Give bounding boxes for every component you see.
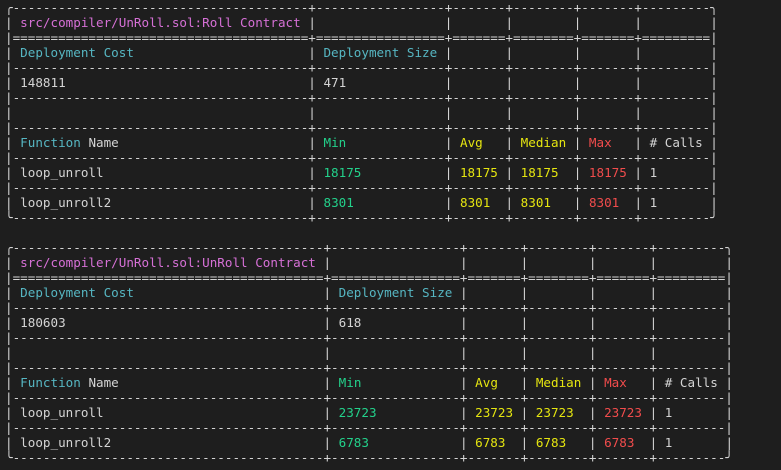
gas-median: 6783 — [535, 435, 567, 450]
gas-min: 23723 — [338, 405, 377, 420]
column-header-median: Median — [520, 135, 567, 150]
column-header-max: Max — [588, 135, 612, 150]
gas-avg: 23723 — [475, 405, 514, 420]
column-header-name: Name — [88, 375, 119, 390]
column-header-function: Function — [20, 375, 81, 390]
function-name: loop_unroll2 — [20, 435, 112, 450]
deployment-value-row: | 148811 | 471 | | | | | — [5, 75, 718, 90]
row-separator: |---------------------------------------… — [5, 120, 718, 135]
gas-max: 8301 — [588, 195, 620, 210]
function-row: | loop_unroll | 18175 | 18175 | 18175 | … — [5, 165, 718, 180]
gas-avg: 18175 — [459, 165, 498, 180]
row-separator: |---------------------------------------… — [5, 390, 733, 405]
deployment-size-label: Deployment Size — [338, 285, 453, 300]
empty-row: | | | | | | | — [5, 345, 733, 360]
column-header-avg: Avg — [475, 375, 498, 390]
gas-median: 8301 — [520, 195, 552, 210]
contract-name: src/compiler/UnRoll.sol:Roll Contract — [20, 15, 301, 30]
deployment-cost-value: 180603 — [20, 315, 66, 330]
gas-min: 6783 — [338, 435, 369, 450]
gas-min: 18175 — [323, 165, 362, 180]
row-separator: |---------------------------------------… — [5, 180, 718, 195]
gas-max: 23723 — [604, 405, 642, 420]
gas-avg: 8301 — [459, 195, 491, 210]
function-name: loop_unroll — [20, 165, 104, 180]
row-separator: |---------------------------------------… — [5, 330, 733, 345]
table-top-border: ╭---------------------------------------… — [5, 0, 718, 15]
header-separator: |=======================================… — [5, 270, 733, 285]
deployment-cost-label: Deployment Cost — [20, 285, 134, 300]
call-count: 1 — [664, 435, 673, 450]
gas-median: 18175 — [520, 165, 559, 180]
deployment-label-row: | Deployment Cost | Deployment Size | | … — [5, 45, 718, 60]
header-separator: |=======================================… — [5, 30, 718, 45]
column-header-median: Median — [535, 375, 582, 390]
row-separator: |---------------------------------------… — [5, 90, 718, 105]
gas-avg: 6783 — [475, 435, 506, 450]
deployment-size-value: 618 — [338, 315, 362, 330]
function-header-row: | Function Name | Min | Avg | Median | M… — [5, 375, 733, 390]
gas-max: 6783 — [604, 435, 635, 450]
call-count: 1 — [664, 405, 673, 420]
column-header-calls: # Calls — [649, 135, 703, 150]
contract-name: src/compiler/UnRoll.sol:UnRoll Contract — [20, 255, 316, 270]
gas-max: 18175 — [588, 165, 627, 180]
column-header-calls: # Calls — [664, 375, 718, 390]
call-count: 1 — [649, 165, 658, 180]
row-separator: |---------------------------------------… — [5, 300, 733, 315]
function-row: | loop_unroll | 23723 | 23723 | 23723 | … — [5, 405, 733, 420]
row-separator: |---------------------------------------… — [5, 150, 718, 165]
deployment-cost-label: Deployment Cost — [20, 45, 134, 60]
column-header-function: Function — [20, 135, 81, 150]
table-bottom-border: ╰---------------------------------------… — [5, 450, 733, 465]
call-count: 1 — [649, 195, 658, 210]
terminal-output: ╭---------------------------------------… — [5, 0, 733, 465]
table-top-border: ╭---------------------------------------… — [5, 240, 733, 255]
function-name: loop_unroll2 — [20, 195, 112, 210]
deployment-label-row: | Deployment Cost | Deployment Size | | … — [5, 285, 733, 300]
contract-header-row: | src/compiler/UnRoll.sol:Roll Contract … — [5, 15, 718, 30]
gas-median: 23723 — [535, 405, 574, 420]
contract-header-row: | src/compiler/UnRoll.sol:UnRoll Contrac… — [5, 255, 733, 270]
table-bottom-border: ╰---------------------------------------… — [5, 210, 718, 225]
function-header-row: | Function Name | Min | Avg | Median | M… — [5, 135, 718, 150]
deployment-size-value: 471 — [323, 75, 347, 90]
function-row: | loop_unroll2 | 8301 | 8301 | 8301 | 83… — [5, 195, 718, 210]
empty-row: | | | | | | | — [5, 105, 718, 120]
deployment-value-row: | 180603 | 618 | | | | | — [5, 315, 733, 330]
gas-min: 8301 — [323, 195, 354, 210]
column-header-min: Min — [338, 375, 362, 390]
function-name: loop_unroll — [20, 405, 104, 420]
function-row: | loop_unroll2 | 6783 | 6783 | 6783 | 67… — [5, 435, 734, 450]
row-separator: |---------------------------------------… — [5, 60, 718, 75]
deployment-size-label: Deployment Size — [323, 45, 438, 60]
row-separator: |---------------------------------------… — [5, 360, 733, 375]
column-header-name: Name — [88, 135, 119, 150]
deployment-cost-value: 148811 — [20, 75, 66, 90]
column-header-max: Max — [604, 375, 627, 390]
column-header-min: Min — [323, 135, 347, 150]
column-header-avg: Avg — [459, 135, 483, 150]
row-separator: |---------------------------------------… — [5, 420, 733, 435]
